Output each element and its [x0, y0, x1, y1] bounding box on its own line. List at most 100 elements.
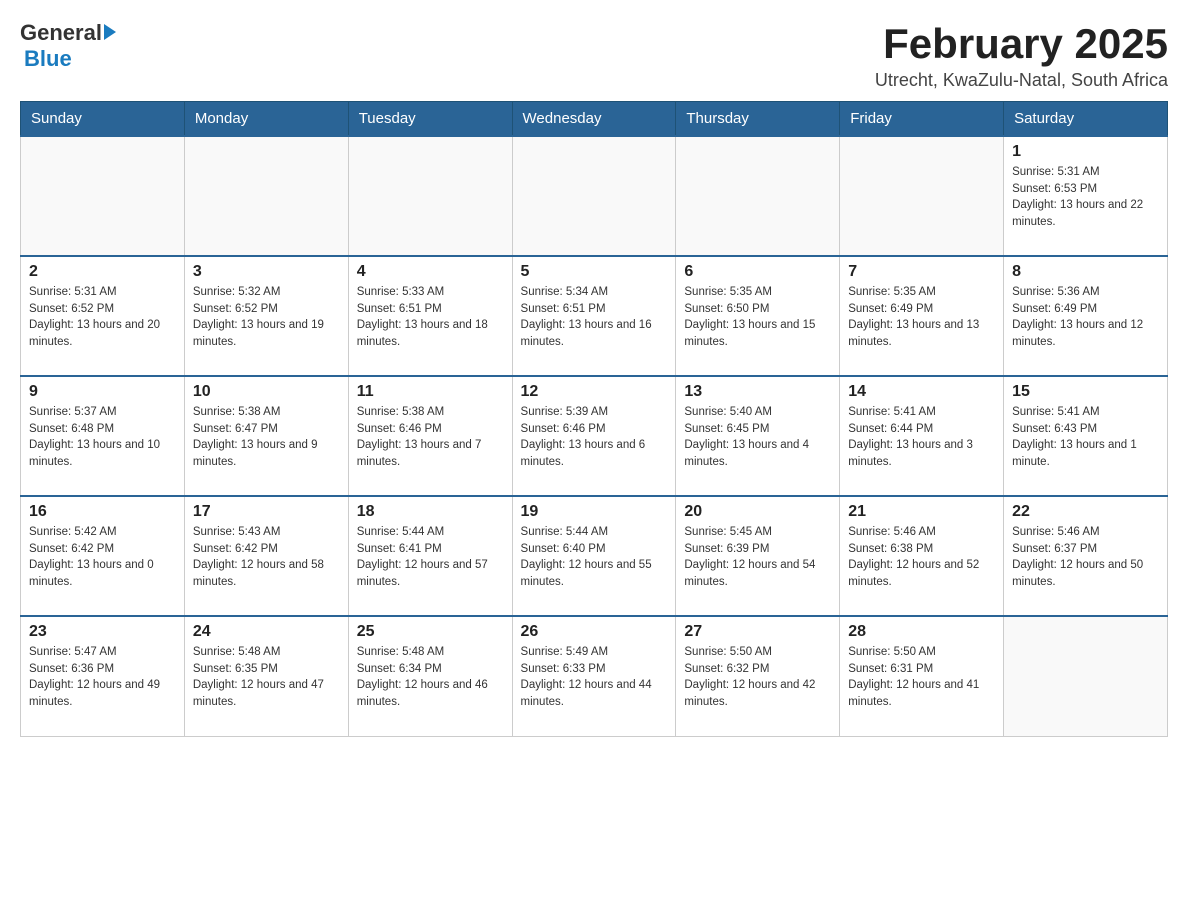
calendar-cell: 3 Sunrise: 5:32 AM Sunset: 6:52 PM Daylig… [184, 256, 348, 376]
day-info: Sunrise: 5:49 AM Sunset: 6:33 PM Dayligh… [521, 644, 668, 711]
calendar-cell [512, 136, 676, 256]
day-number: 28 [848, 623, 995, 641]
day-info: Sunrise: 5:35 AM Sunset: 6:49 PM Dayligh… [848, 284, 995, 351]
calendar-cell: 4 Sunrise: 5:33 AM Sunset: 6:51 PM Daylig… [348, 256, 512, 376]
day-number: 8 [1012, 263, 1159, 281]
day-info: Sunrise: 5:46 AM Sunset: 6:37 PM Dayligh… [1012, 524, 1159, 591]
day-number: 18 [357, 503, 504, 521]
calendar-cell [21, 136, 185, 256]
logo-arrow-icon [104, 24, 116, 40]
day-info: Sunrise: 5:34 AM Sunset: 6:51 PM Dayligh… [521, 284, 668, 351]
day-info: Sunrise: 5:31 AM Sunset: 6:53 PM Dayligh… [1012, 164, 1159, 231]
day-number: 27 [684, 623, 831, 641]
day-number: 26 [521, 623, 668, 641]
day-info: Sunrise: 5:41 AM Sunset: 6:44 PM Dayligh… [848, 404, 995, 471]
day-header-thursday: Thursday [676, 102, 840, 137]
calendar-cell: 9 Sunrise: 5:37 AM Sunset: 6:48 PM Daylig… [21, 376, 185, 496]
calendar-cell: 24 Sunrise: 5:48 AM Sunset: 6:35 PM Dayli… [184, 616, 348, 736]
day-info: Sunrise: 5:37 AM Sunset: 6:48 PM Dayligh… [29, 404, 176, 471]
day-number: 9 [29, 383, 176, 401]
calendar-cell: 7 Sunrise: 5:35 AM Sunset: 6:49 PM Daylig… [840, 256, 1004, 376]
week-row-5: 23Sunrise: 5:47 AM Sunset: 6:36 PM Dayli… [21, 616, 1168, 736]
day-info: Sunrise: 5:45 AM Sunset: 6:39 PM Dayligh… [684, 524, 831, 591]
day-number: 14 [848, 383, 995, 401]
title-block: February 2025 Utrecht, KwaZulu-Natal, So… [875, 20, 1168, 91]
calendar-cell [1004, 616, 1168, 736]
calendar-cell: 10Sunrise: 5:38 AM Sunset: 6:47 PM Dayli… [184, 376, 348, 496]
calendar-cell [184, 136, 348, 256]
day-number: 13 [684, 383, 831, 401]
day-info: Sunrise: 5:35 AM Sunset: 6:50 PM Dayligh… [684, 284, 831, 351]
day-info: Sunrise: 5:42 AM Sunset: 6:42 PM Dayligh… [29, 524, 176, 591]
day-info: Sunrise: 5:44 AM Sunset: 6:41 PM Dayligh… [357, 524, 504, 591]
calendar-cell: 23Sunrise: 5:47 AM Sunset: 6:36 PM Dayli… [21, 616, 185, 736]
day-number: 21 [848, 503, 995, 521]
day-info: Sunrise: 5:40 AM Sunset: 6:45 PM Dayligh… [684, 404, 831, 471]
day-info: Sunrise: 5:47 AM Sunset: 6:36 PM Dayligh… [29, 644, 176, 711]
day-info: Sunrise: 5:43 AM Sunset: 6:42 PM Dayligh… [193, 524, 340, 591]
location-title: Utrecht, KwaZulu-Natal, South Africa [875, 70, 1168, 91]
day-info: Sunrise: 5:44 AM Sunset: 6:40 PM Dayligh… [521, 524, 668, 591]
day-header-sunday: Sunday [21, 102, 185, 137]
day-info: Sunrise: 5:48 AM Sunset: 6:35 PM Dayligh… [193, 644, 340, 711]
calendar-cell [676, 136, 840, 256]
week-row-4: 16 Sunrise: 5:42 AM Sunset: 6:42 PM Dayli… [21, 496, 1168, 616]
day-info: Sunrise: 5:32 AM Sunset: 6:52 PM Dayligh… [193, 284, 340, 351]
calendar-header-row: SundayMondayTuesdayWednesdayThursdayFrid… [21, 102, 1168, 137]
day-number: 22 [1012, 503, 1159, 521]
week-row-1: 1 Sunrise: 5:31 AM Sunset: 6:53 PM Daylig… [21, 136, 1168, 256]
calendar-cell: 12Sunrise: 5:39 AM Sunset: 6:46 PM Dayli… [512, 376, 676, 496]
day-number: 1 [1012, 143, 1159, 161]
day-info: Sunrise: 5:48 AM Sunset: 6:34 PM Dayligh… [357, 644, 504, 711]
month-title: February 2025 [875, 20, 1168, 68]
day-number: 16 [29, 503, 176, 521]
calendar-cell: 27Sunrise: 5:50 AM Sunset: 6:32 PM Dayli… [676, 616, 840, 736]
day-info: Sunrise: 5:50 AM Sunset: 6:31 PM Dayligh… [848, 644, 995, 711]
day-info: Sunrise: 5:38 AM Sunset: 6:46 PM Dayligh… [357, 404, 504, 471]
calendar-cell: 2Sunrise: 5:31 AM Sunset: 6:52 PM Daylig… [21, 256, 185, 376]
calendar-table: SundayMondayTuesdayWednesdayThursdayFrid… [20, 101, 1168, 737]
day-number: 3 [193, 263, 340, 281]
page-header: General Blue February 2025 Utrecht, KwaZ… [20, 20, 1168, 91]
calendar-cell: 13 Sunrise: 5:40 AM Sunset: 6:45 PM Dayli… [676, 376, 840, 496]
week-row-2: 2Sunrise: 5:31 AM Sunset: 6:52 PM Daylig… [21, 256, 1168, 376]
day-number: 4 [357, 263, 504, 281]
day-header-saturday: Saturday [1004, 102, 1168, 137]
day-number: 15 [1012, 383, 1159, 401]
day-number: 5 [521, 263, 668, 281]
calendar-cell: 1 Sunrise: 5:31 AM Sunset: 6:53 PM Daylig… [1004, 136, 1168, 256]
calendar-cell: 25 Sunrise: 5:48 AM Sunset: 6:34 PM Dayli… [348, 616, 512, 736]
calendar-cell [840, 136, 1004, 256]
day-number: 6 [684, 263, 831, 281]
calendar-cell: 5 Sunrise: 5:34 AM Sunset: 6:51 PM Daylig… [512, 256, 676, 376]
logo-blue: Blue [24, 46, 72, 72]
day-info: Sunrise: 5:33 AM Sunset: 6:51 PM Dayligh… [357, 284, 504, 351]
calendar-cell: 22 Sunrise: 5:46 AM Sunset: 6:37 PM Dayli… [1004, 496, 1168, 616]
day-number: 17 [193, 503, 340, 521]
week-row-3: 9 Sunrise: 5:37 AM Sunset: 6:48 PM Daylig… [21, 376, 1168, 496]
calendar-cell [348, 136, 512, 256]
day-number: 19 [521, 503, 668, 521]
day-number: 25 [357, 623, 504, 641]
day-number: 10 [193, 383, 340, 401]
calendar-cell: 26 Sunrise: 5:49 AM Sunset: 6:33 PM Dayli… [512, 616, 676, 736]
calendar-cell: 18 Sunrise: 5:44 AM Sunset: 6:41 PM Dayli… [348, 496, 512, 616]
day-info: Sunrise: 5:36 AM Sunset: 6:49 PM Dayligh… [1012, 284, 1159, 351]
calendar-cell: 17 Sunrise: 5:43 AM Sunset: 6:42 PM Dayli… [184, 496, 348, 616]
logo: General Blue [20, 20, 116, 72]
day-info: Sunrise: 5:41 AM Sunset: 6:43 PM Dayligh… [1012, 404, 1159, 471]
calendar-cell: 21Sunrise: 5:46 AM Sunset: 6:38 PM Dayli… [840, 496, 1004, 616]
calendar-cell: 16 Sunrise: 5:42 AM Sunset: 6:42 PM Dayli… [21, 496, 185, 616]
calendar-cell: 14 Sunrise: 5:41 AM Sunset: 6:44 PM Dayli… [840, 376, 1004, 496]
calendar-cell: 20Sunrise: 5:45 AM Sunset: 6:39 PM Dayli… [676, 496, 840, 616]
logo-general: General [20, 20, 102, 46]
day-number: 2 [29, 263, 176, 281]
calendar-cell: 11 Sunrise: 5:38 AM Sunset: 6:46 PM Dayli… [348, 376, 512, 496]
day-number: 11 [357, 383, 504, 401]
calendar-cell: 19 Sunrise: 5:44 AM Sunset: 6:40 PM Dayli… [512, 496, 676, 616]
day-number: 7 [848, 263, 995, 281]
day-header-wednesday: Wednesday [512, 102, 676, 137]
day-number: 24 [193, 623, 340, 641]
calendar-cell: 28 Sunrise: 5:50 AM Sunset: 6:31 PM Dayli… [840, 616, 1004, 736]
day-header-tuesday: Tuesday [348, 102, 512, 137]
